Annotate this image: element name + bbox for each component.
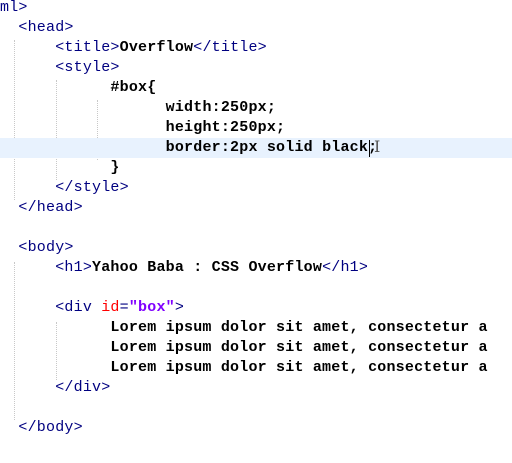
code-line: Lorem ipsum dolor sit amet, consectetur … bbox=[0, 358, 512, 378]
css-selector: #box{ bbox=[110, 79, 157, 96]
i-beam-icon: I bbox=[374, 137, 381, 156]
div-attribute-name: id bbox=[101, 299, 120, 316]
h1-open-tag: <h1> bbox=[55, 259, 93, 276]
style-open-tag: <style> bbox=[55, 59, 120, 76]
lorem-text-line: Lorem ipsum dolor sit amet, consectetur … bbox=[110, 339, 488, 356]
code-line: } bbox=[0, 158, 512, 178]
code-line: </body> bbox=[0, 418, 512, 438]
div-attribute-value: "box" bbox=[128, 299, 175, 316]
css-declaration-height: height:250px; bbox=[165, 119, 286, 136]
code-line: </style> bbox=[0, 178, 512, 198]
code-line: <h1>Yahoo Baba : CSS Overflow</h1> bbox=[0, 258, 512, 278]
html-close-fragment: ml> bbox=[0, 0, 28, 16]
div-open-tag-start: <div bbox=[55, 299, 102, 316]
title-open-tag: <title> bbox=[55, 39, 120, 56]
code-line: </div> bbox=[0, 378, 512, 398]
lorem-text-line: Lorem ipsum dolor sit amet, consectetur … bbox=[110, 359, 488, 376]
code-line: <head> bbox=[0, 18, 512, 38]
body-open-tag: <body> bbox=[18, 239, 74, 256]
title-text: Overflow bbox=[119, 39, 194, 56]
div-open-tag-end: > bbox=[174, 299, 185, 316]
body-close-tag: </body> bbox=[18, 419, 83, 436]
current-code-line: border:2px solid black; bbox=[0, 138, 512, 158]
css-rule-close: } bbox=[110, 159, 120, 176]
div-close-tag: </div> bbox=[55, 379, 111, 396]
text-caret bbox=[369, 140, 370, 157]
code-line: <style> bbox=[0, 58, 512, 78]
code-line: <title>Overflow</title> bbox=[0, 38, 512, 58]
code-line: width:250px; bbox=[0, 98, 512, 118]
css-declaration-width: width:250px; bbox=[165, 99, 277, 116]
lorem-text-line: Lorem ipsum dolor sit amet, consectetur … bbox=[110, 319, 488, 336]
title-close-tag: </title> bbox=[193, 39, 267, 56]
code-line: Lorem ipsum dolor sit amet, consectetur … bbox=[0, 338, 512, 358]
code-line: #box{ bbox=[0, 78, 512, 98]
code-line: Lorem ipsum dolor sit amet, consectetur … bbox=[0, 318, 512, 338]
h1-close-tag: </h1> bbox=[322, 259, 369, 276]
css-declaration-border: border:2px solid black; bbox=[165, 139, 378, 156]
div-attribute-equals: = bbox=[119, 299, 129, 316]
head-open-tag: <head> bbox=[18, 19, 74, 36]
code-line: height:250px; bbox=[0, 118, 512, 138]
code-line: <body> bbox=[0, 238, 512, 258]
h1-text: Yahoo Baba : CSS Overflow bbox=[92, 259, 323, 276]
code-line: </head> bbox=[0, 198, 512, 218]
code-line: <div id="box"> bbox=[0, 298, 512, 318]
head-close-tag: </head> bbox=[18, 199, 83, 216]
code-line: ml> bbox=[0, 0, 512, 18]
code-editor[interactable]: ml> <head> <title>Overflow</title> <styl… bbox=[0, 0, 512, 463]
style-close-tag: </style> bbox=[55, 179, 129, 196]
